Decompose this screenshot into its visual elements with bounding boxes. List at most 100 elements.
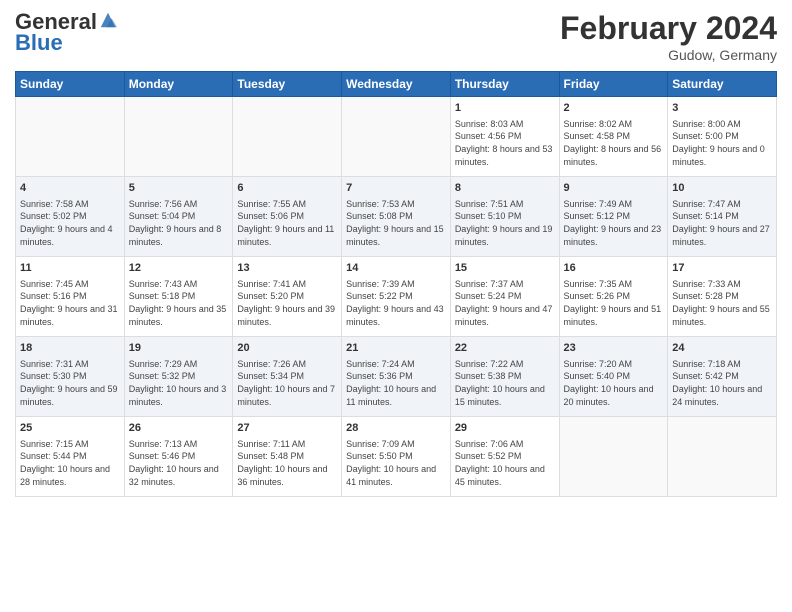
day-number: 2 [564, 101, 664, 116]
day-sun-info: Sunrise: 7:11 AM Sunset: 5:48 PM Dayligh… [237, 438, 337, 488]
day-sun-info: Sunrise: 8:00 AM Sunset: 5:00 PM Dayligh… [672, 118, 772, 168]
calendar-cell: 18 Sunrise: 7:31 AM Sunset: 5:30 PM Dayli… [16, 337, 125, 417]
day-sun-info: Sunrise: 7:24 AM Sunset: 5:36 PM Dayligh… [346, 358, 446, 408]
calendar-week-row: 4 Sunrise: 7:58 AM Sunset: 5:02 PM Daylig… [16, 177, 777, 257]
day-sun-info: Sunrise: 7:20 AM Sunset: 5:40 PM Dayligh… [564, 358, 664, 408]
day-of-week-header: Sunday [16, 72, 125, 97]
day-sun-info: Sunrise: 7:58 AM Sunset: 5:02 PM Dayligh… [20, 198, 120, 248]
day-number: 7 [346, 181, 446, 196]
logo: General Blue [15, 10, 117, 56]
day-number: 26 [129, 421, 229, 436]
day-of-week-header: Saturday [668, 72, 777, 97]
calendar-cell: 27Sunrise: 7:11 AM Sunset: 5:48 PM Dayli… [233, 417, 342, 497]
calendar-cell: 15 Sunrise: 7:37 AM Sunset: 5:24 PM Dayli… [450, 257, 559, 337]
day-of-week-header: Wednesday [342, 72, 451, 97]
calendar-week-row: 1 Sunrise: 8:03 AM Sunset: 4:56 PM Daylig… [16, 97, 777, 177]
day-sun-info: Sunrise: 7:37 AM Sunset: 5:24 PM Dayligh… [455, 278, 555, 328]
calendar-cell: 8 Sunrise: 7:51 AM Sunset: 5:10 PM Daylig… [450, 177, 559, 257]
day-sun-info: Sunrise: 7:31 AM Sunset: 5:30 PM Dayligh… [20, 358, 120, 408]
calendar-table: SundayMondayTuesdayWednesdayThursdayFrid… [15, 71, 777, 497]
day-number: 18 [20, 341, 120, 356]
day-number: 5 [129, 181, 229, 196]
day-sun-info: Sunrise: 7:15 AM Sunset: 5:44 PM Dayligh… [20, 438, 120, 488]
location: Gudow, Germany [560, 47, 777, 63]
day-sun-info: Sunrise: 8:02 AM Sunset: 4:58 PM Dayligh… [564, 118, 664, 168]
day-number: 6 [237, 181, 337, 196]
day-of-week-header: Friday [559, 72, 668, 97]
day-number: 13 [237, 261, 337, 276]
day-of-week-header: Thursday [450, 72, 559, 97]
calendar-cell: 25 Sunrise: 7:15 AM Sunset: 5:44 PM Dayli… [16, 417, 125, 497]
calendar-cell: 26 Sunrise: 7:13 AM Sunset: 5:46 PM Dayli… [124, 417, 233, 497]
calendar-header-row: SundayMondayTuesdayWednesdayThursdayFrid… [16, 72, 777, 97]
calendar-cell: 7 Sunrise: 7:53 AM Sunset: 5:08 PM Daylig… [342, 177, 451, 257]
calendar-cell: 1 Sunrise: 8:03 AM Sunset: 4:56 PM Daylig… [450, 97, 559, 177]
day-number: 11 [20, 261, 120, 276]
calendar-cell: 28 Sunrise: 7:09 AM Sunset: 5:50 PM Dayli… [342, 417, 451, 497]
day-number: 9 [564, 181, 664, 196]
day-number: 19 [129, 341, 229, 356]
page-container: General Blue February 2024 Gudow, German… [0, 0, 792, 507]
calendar-cell: 20Sunrise: 7:26 AM Sunset: 5:34 PM Dayli… [233, 337, 342, 417]
day-sun-info: Sunrise: 7:51 AM Sunset: 5:10 PM Dayligh… [455, 198, 555, 248]
page-header: General Blue February 2024 Gudow, German… [15, 10, 777, 63]
calendar-cell: 24 Sunrise: 7:18 AM Sunset: 5:42 PM Dayli… [668, 337, 777, 417]
calendar-cell: 2 Sunrise: 8:02 AM Sunset: 4:58 PM Daylig… [559, 97, 668, 177]
day-sun-info: Sunrise: 7:43 AM Sunset: 5:18 PM Dayligh… [129, 278, 229, 328]
calendar-cell: 16 Sunrise: 7:35 AM Sunset: 5:26 PM Dayli… [559, 257, 668, 337]
day-number: 8 [455, 181, 555, 196]
day-number: 24 [672, 341, 772, 356]
day-sun-info: Sunrise: 7:56 AM Sunset: 5:04 PM Dayligh… [129, 198, 229, 248]
day-number: 4 [20, 181, 120, 196]
day-sun-info: Sunrise: 7:09 AM Sunset: 5:50 PM Dayligh… [346, 438, 446, 488]
calendar-cell: 21Sunrise: 7:24 AM Sunset: 5:36 PM Dayli… [342, 337, 451, 417]
day-of-week-header: Tuesday [233, 72, 342, 97]
calendar-cell: 23 Sunrise: 7:20 AM Sunset: 5:40 PM Dayli… [559, 337, 668, 417]
calendar-cell: 17Sunrise: 7:33 AM Sunset: 5:28 PM Dayli… [668, 257, 777, 337]
day-number: 28 [346, 421, 446, 436]
day-number: 23 [564, 341, 664, 356]
calendar-cell [342, 97, 451, 177]
day-number: 12 [129, 261, 229, 276]
calendar-cell: 5 Sunrise: 7:56 AM Sunset: 5:04 PM Daylig… [124, 177, 233, 257]
logo-icon [99, 11, 117, 29]
day-number: 1 [455, 101, 555, 116]
day-sun-info: Sunrise: 7:55 AM Sunset: 5:06 PM Dayligh… [237, 198, 337, 248]
day-number: 17 [672, 261, 772, 276]
calendar-cell: 19Sunrise: 7:29 AM Sunset: 5:32 PM Dayli… [124, 337, 233, 417]
day-number: 3 [672, 101, 772, 116]
day-number: 15 [455, 261, 555, 276]
calendar-cell: 3 Sunrise: 8:00 AM Sunset: 5:00 PM Daylig… [668, 97, 777, 177]
calendar-week-row: 11 Sunrise: 7:45 AM Sunset: 5:16 PM Dayli… [16, 257, 777, 337]
day-sun-info: Sunrise: 7:13 AM Sunset: 5:46 PM Dayligh… [129, 438, 229, 488]
calendar-cell: 4 Sunrise: 7:58 AM Sunset: 5:02 PM Daylig… [16, 177, 125, 257]
calendar-cell: 14Sunrise: 7:39 AM Sunset: 5:22 PM Dayli… [342, 257, 451, 337]
day-sun-info: Sunrise: 7:47 AM Sunset: 5:14 PM Dayligh… [672, 198, 772, 248]
day-sun-info: Sunrise: 7:41 AM Sunset: 5:20 PM Dayligh… [237, 278, 337, 328]
day-sun-info: Sunrise: 7:53 AM Sunset: 5:08 PM Dayligh… [346, 198, 446, 248]
calendar-cell: 9 Sunrise: 7:49 AM Sunset: 5:12 PM Daylig… [559, 177, 668, 257]
calendar-cell: 11 Sunrise: 7:45 AM Sunset: 5:16 PM Dayli… [16, 257, 125, 337]
title-section: February 2024 Gudow, Germany [560, 10, 777, 63]
day-number: 25 [20, 421, 120, 436]
day-sun-info: Sunrise: 7:18 AM Sunset: 5:42 PM Dayligh… [672, 358, 772, 408]
calendar-cell: 10 Sunrise: 7:47 AM Sunset: 5:14 PM Dayli… [668, 177, 777, 257]
day-of-week-header: Monday [124, 72, 233, 97]
calendar-cell: 22 Sunrise: 7:22 AM Sunset: 5:38 PM Dayli… [450, 337, 559, 417]
day-sun-info: Sunrise: 7:45 AM Sunset: 5:16 PM Dayligh… [20, 278, 120, 328]
calendar-cell [16, 97, 125, 177]
day-sun-info: Sunrise: 7:22 AM Sunset: 5:38 PM Dayligh… [455, 358, 555, 408]
day-sun-info: Sunrise: 7:06 AM Sunset: 5:52 PM Dayligh… [455, 438, 555, 488]
day-number: 16 [564, 261, 664, 276]
day-sun-info: Sunrise: 8:03 AM Sunset: 4:56 PM Dayligh… [455, 118, 555, 168]
day-number: 10 [672, 181, 772, 196]
calendar-cell: 29Sunrise: 7:06 AM Sunset: 5:52 PM Dayli… [450, 417, 559, 497]
day-number: 22 [455, 341, 555, 356]
calendar-cell: 13 Sunrise: 7:41 AM Sunset: 5:20 PM Dayli… [233, 257, 342, 337]
day-number: 14 [346, 261, 446, 276]
day-sun-info: Sunrise: 7:35 AM Sunset: 5:26 PM Dayligh… [564, 278, 664, 328]
calendar-cell [559, 417, 668, 497]
day-sun-info: Sunrise: 7:49 AM Sunset: 5:12 PM Dayligh… [564, 198, 664, 248]
calendar-cell: 12 Sunrise: 7:43 AM Sunset: 5:18 PM Dayli… [124, 257, 233, 337]
calendar-week-row: 25 Sunrise: 7:15 AM Sunset: 5:44 PM Dayli… [16, 417, 777, 497]
